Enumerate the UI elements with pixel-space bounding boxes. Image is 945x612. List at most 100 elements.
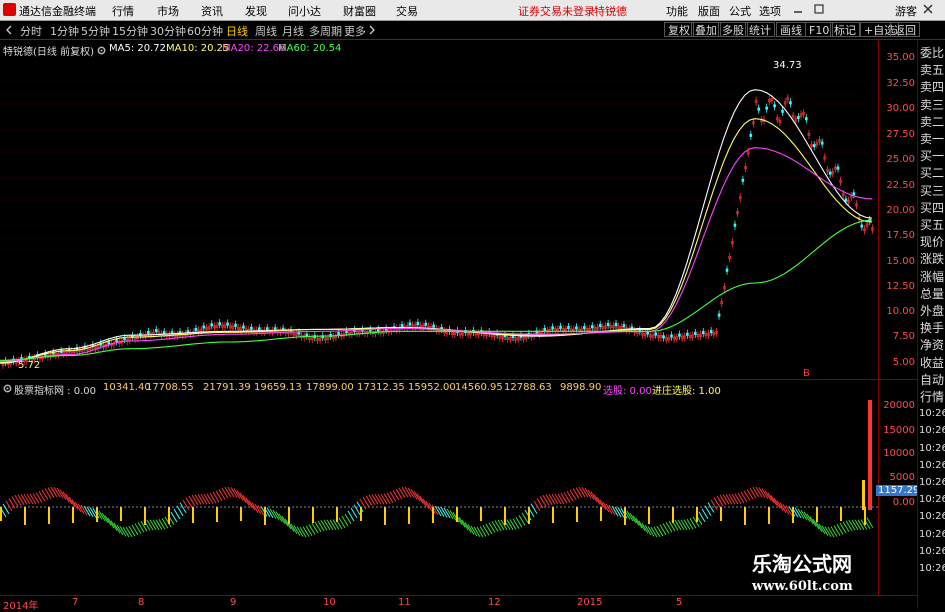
tab-fenshi[interactable]: 分时 <box>20 23 42 39</box>
indicator-stroke <box>29 493 37 505</box>
diejia-button[interactable]: 叠加 <box>691 22 721 37</box>
indicator-chart[interactable] <box>0 395 880 595</box>
tab-1min[interactable]: 1分钟 <box>50 23 79 39</box>
candle-body <box>773 104 776 108</box>
indicator-stroke <box>461 519 469 531</box>
ma-line-ma5 <box>0 89 873 364</box>
side-item: 买三 <box>919 183 944 198</box>
side-item[interactable]: 自动 <box>919 373 945 387</box>
y-tick: 27.50 <box>886 129 915 140</box>
tab-5min[interactable]: 5分钟 <box>81 23 110 39</box>
candle-body <box>622 324 626 328</box>
fuquan-button[interactable]: 复权 <box>664 22 694 37</box>
tab-daily[interactable]: 日线 <box>226 23 248 39</box>
indicator-stroke <box>224 487 232 498</box>
login-status[interactable]: 证券交易未登录 <box>518 3 595 19</box>
indicator-stroke <box>809 516 817 527</box>
indicator-stroke <box>509 519 517 530</box>
side-item: 买四 <box>919 200 944 215</box>
indicator-stroke <box>575 487 583 498</box>
huaxian-button[interactable]: 画线 <box>776 22 806 37</box>
side-item: 买一 <box>919 149 944 164</box>
tab-15min[interactable]: 15分钟 <box>112 23 148 39</box>
max-price-label: 34.73 <box>773 60 802 71</box>
indicator-stroke <box>755 486 763 498</box>
indicator-bar <box>168 507 170 524</box>
indicator-stroke <box>353 504 361 515</box>
indicator-gear-icon[interactable] <box>3 383 12 393</box>
settings-gear-icon[interactable] <box>97 45 106 55</box>
indicator-stroke <box>854 519 862 531</box>
menu-gongshi[interactable]: 公式 <box>729 3 751 19</box>
menu-zixun[interactable]: 资讯 <box>201 3 223 19</box>
menu-gongneng[interactable]: 功能 <box>666 3 688 19</box>
indicator-stroke <box>146 519 154 531</box>
indicator-value: 15952.00 <box>408 382 456 393</box>
ma20-label: MA20: 22.66 <box>222 43 286 54</box>
indicator-bar <box>816 507 818 522</box>
candle-body <box>202 325 206 329</box>
candle-body <box>804 117 808 121</box>
indicator-bar <box>792 507 794 523</box>
indicator-stroke <box>476 526 484 538</box>
menu-faxian[interactable]: 发现 <box>245 3 267 19</box>
tab-60min[interactable]: 60分钟 <box>187 23 223 39</box>
indicator-stroke <box>545 494 553 505</box>
close-icon[interactable] <box>922 3 934 15</box>
tab-monthly[interactable]: 月线 <box>282 23 304 39</box>
candle-body <box>432 324 436 328</box>
buy-marker: B <box>803 368 810 379</box>
tab-multi-period[interactable]: 多周期 <box>309 23 342 39</box>
indicator-spike <box>862 480 865 510</box>
candle-body <box>590 325 594 329</box>
tab-weekly[interactable]: 周线 <box>255 23 277 39</box>
minimize-icon[interactable] <box>792 3 804 15</box>
indicator-stroke <box>674 519 682 531</box>
menu-wenxiaoda[interactable]: 问小达 <box>288 3 321 19</box>
indicator-stroke <box>23 493 31 505</box>
side-item[interactable]: 行情 <box>919 390 945 404</box>
x-tick: 12 <box>488 597 501 608</box>
candle-body <box>400 324 404 328</box>
side-item: 涨跌 <box>919 252 944 267</box>
y-tick: 32.50 <box>886 78 915 89</box>
indicator-stroke <box>152 519 160 531</box>
indicator-stroke <box>677 519 685 531</box>
menu-hangqing[interactable]: 行情 <box>112 3 134 19</box>
y-tick: 10.00 <box>886 306 915 317</box>
indicator-stroke <box>683 519 691 530</box>
menu-youke[interactable]: 游客 <box>895 3 917 19</box>
indicator-stroke <box>203 493 211 505</box>
indicator-bar <box>144 507 146 525</box>
side-item: 10:26 <box>919 459 945 471</box>
indicator-stroke <box>851 519 859 531</box>
indicator-stroke <box>242 494 250 506</box>
indicator-stroke <box>380 493 388 505</box>
tab-more[interactable]: 更多 <box>344 23 366 39</box>
menu-shichang[interactable]: 市场 <box>157 3 179 19</box>
x-axis-line <box>0 595 917 596</box>
candle-body <box>646 331 650 335</box>
tab-30min[interactable]: 30分钟 <box>150 23 186 39</box>
side-item: 净资 <box>919 338 944 353</box>
candlestick-chart[interactable] <box>0 55 880 380</box>
restore-icon[interactable] <box>813 3 825 15</box>
side-item: 换手 <box>919 321 944 336</box>
more-chevron-icon[interactable] <box>368 25 376 35</box>
menu-caifuquan[interactable]: 财富圈 <box>343 3 376 19</box>
collapse-icon[interactable] <box>4 25 14 35</box>
candle-body <box>258 327 261 331</box>
indicator-bar <box>96 507 98 522</box>
candle-body <box>265 327 269 331</box>
current-value-badge: 1157.29 <box>876 485 922 496</box>
biaoji-button[interactable]: 标记 <box>830 22 860 37</box>
menu-banmian[interactable]: 版面 <box>698 3 720 19</box>
duogu-button[interactable]: 多股 <box>718 22 748 37</box>
indicator-stroke <box>371 494 379 505</box>
tongji-button[interactable]: 统计 <box>745 22 775 37</box>
menu-jiaoyi[interactable]: 交易 <box>396 3 418 19</box>
indicator-stroke <box>827 526 835 538</box>
back-button[interactable]: 返回 <box>890 22 920 37</box>
menu-xuanxiang[interactable]: 选项 <box>759 3 781 19</box>
candle-body <box>820 141 824 145</box>
